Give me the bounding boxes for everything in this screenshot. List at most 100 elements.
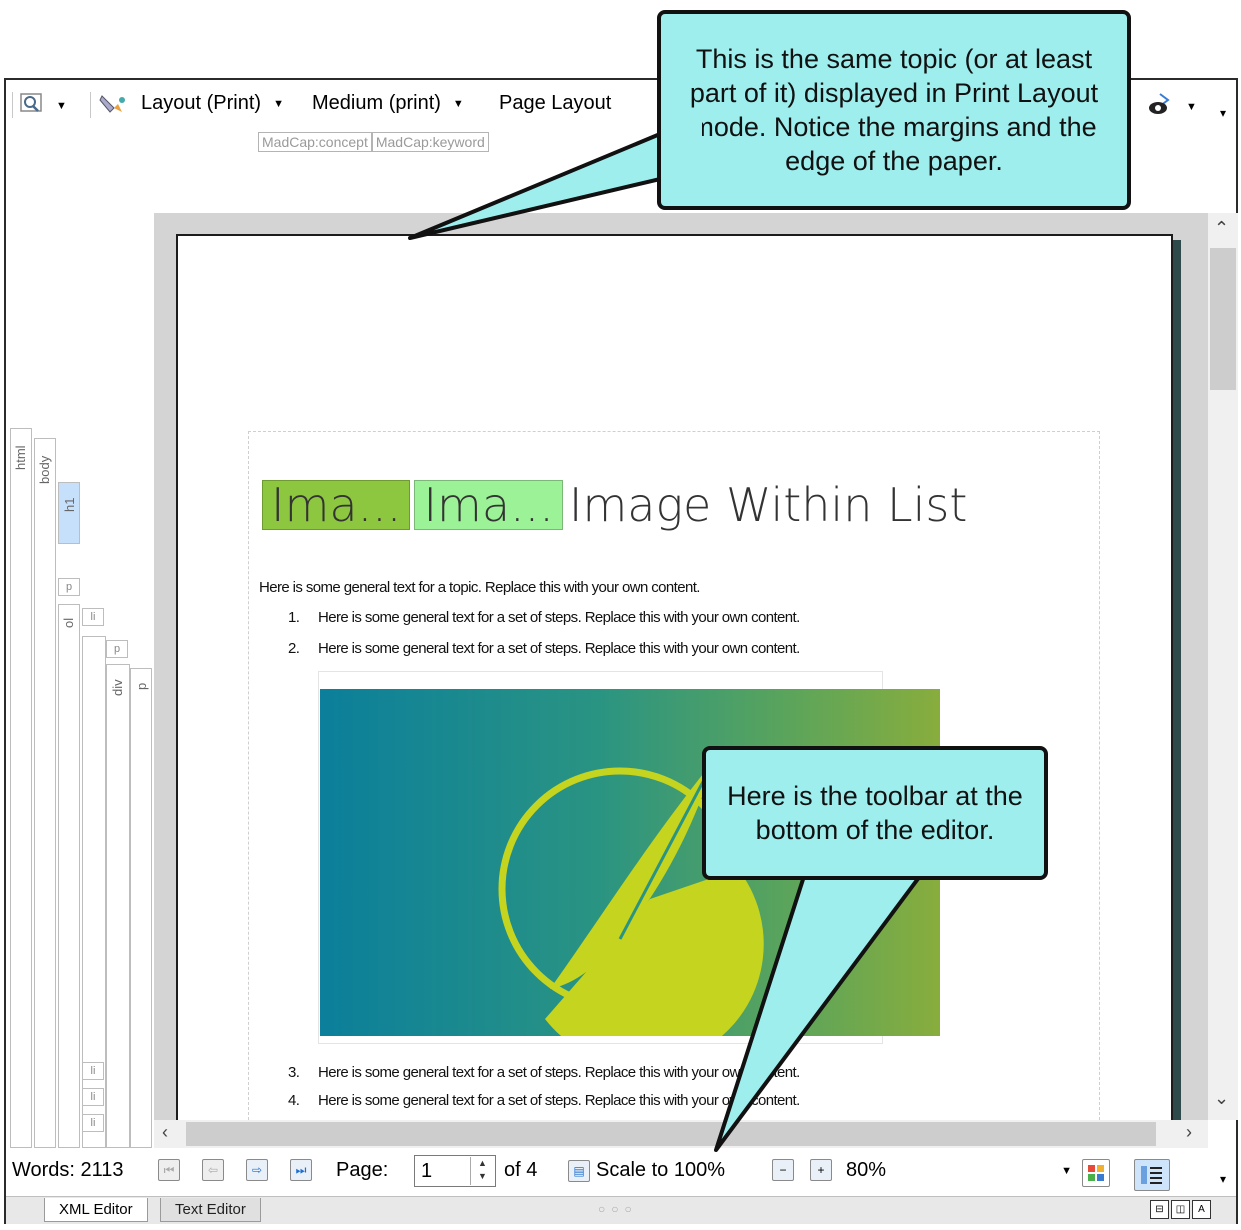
paper-edge bbox=[1173, 240, 1181, 1120]
variable-2[interactable]: Ima... bbox=[414, 480, 563, 530]
page-count: of 4 bbox=[504, 1159, 538, 1181]
chevron-down-icon: ▼ bbox=[452, 97, 464, 110]
structure-bar-p[interactable] bbox=[130, 668, 152, 1148]
heading-text: Image Within List bbox=[568, 478, 968, 532]
structure-bar-body[interactable] bbox=[34, 438, 56, 1148]
next-page-icon: ⇨ bbox=[246, 1159, 268, 1181]
structure-label-li: li bbox=[90, 1065, 96, 1077]
list-text: Here is some general text for a set of s… bbox=[318, 1064, 800, 1081]
show-dropdown[interactable]: ▼ bbox=[1146, 92, 1197, 122]
variable-1[interactable]: Ima... bbox=[262, 480, 411, 530]
horizontal-scroll-thumb[interactable] bbox=[186, 1122, 1156, 1146]
topic-heading[interactable]: Ima... Ima... Image Within List bbox=[262, 478, 967, 532]
previous-page-icon: ⇦ bbox=[202, 1159, 224, 1181]
zoom-out-button[interactable]: − bbox=[772, 1159, 794, 1181]
first-page-button[interactable]: ⏮ bbox=[158, 1159, 180, 1181]
chevron-down-icon: ▼ bbox=[1061, 1164, 1072, 1177]
structure-label-p: p bbox=[113, 643, 121, 655]
style-icon bbox=[98, 92, 128, 122]
list-text: Here is some general text for a set of s… bbox=[318, 1092, 800, 1109]
scale-label: Scale to 100% bbox=[596, 1159, 725, 1181]
tag-madcap-concept[interactable]: MadCap:concept bbox=[258, 132, 372, 152]
scale-button[interactable]: ▤ Scale to 100% bbox=[568, 1159, 725, 1182]
last-page-icon: ⏭ bbox=[290, 1159, 312, 1181]
structure-bar-h1[interactable] bbox=[58, 482, 80, 544]
layout-grid-button[interactable] bbox=[1082, 1159, 1110, 1187]
list-item[interactable]: 2. Here is some general text for a set of… bbox=[288, 640, 800, 657]
structure-bar-li[interactable]: li bbox=[82, 1114, 104, 1132]
scroll-down-icon[interactable]: ⌄ bbox=[1214, 1088, 1229, 1109]
structure-bar-p[interactable]: p bbox=[106, 640, 128, 658]
scroll-up-icon[interactable]: ⌃ bbox=[1214, 218, 1229, 239]
tag-madcap-keyword[interactable]: MadCap:keyword bbox=[371, 132, 489, 152]
vertical-scroll-thumb[interactable] bbox=[1210, 248, 1236, 390]
zoom-dropdown[interactable]: 80% ▼ bbox=[846, 1159, 1072, 1182]
callout-bottom-toolbar-text: Here is the toolbar at the bottom of the… bbox=[727, 781, 1023, 845]
medium-dropdown[interactable]: Medium (print) ▼ bbox=[312, 92, 464, 115]
chevron-down-icon[interactable]: ▼ bbox=[56, 100, 67, 112]
structure-label-h1: h1 bbox=[62, 497, 77, 512]
structure-label-p: p bbox=[134, 682, 149, 690]
structure-bar-html[interactable] bbox=[10, 428, 32, 1148]
structure-bar-li[interactable]: li bbox=[82, 1088, 104, 1106]
zoom-value: 80% bbox=[846, 1159, 887, 1181]
list-item[interactable]: 3. Here is some general text for a set of… bbox=[288, 1064, 800, 1081]
structure-bar-div[interactable] bbox=[106, 664, 130, 1148]
first-page-icon: ⏮ bbox=[158, 1159, 180, 1181]
structure-bar-ol[interactable] bbox=[58, 604, 80, 1148]
scroll-right-icon[interactable]: › bbox=[1186, 1122, 1192, 1143]
toolbar-overflow-icon[interactable]: ▾ bbox=[1220, 106, 1226, 120]
preview-icon bbox=[20, 92, 44, 120]
scale-icon: ▤ bbox=[568, 1159, 590, 1182]
zoom-in-icon: + bbox=[810, 1159, 832, 1181]
list-number: 1. bbox=[288, 609, 300, 626]
next-page-button[interactable]: ⇨ bbox=[246, 1159, 268, 1181]
chevron-down-icon: ▼ bbox=[1186, 101, 1197, 113]
show-tags-icon bbox=[1134, 1159, 1170, 1191]
structure-bar-li[interactable]: li bbox=[82, 1062, 104, 1080]
structure-label-li: li bbox=[90, 1091, 96, 1103]
list-number: 4. bbox=[288, 1092, 300, 1109]
tab-text-editor[interactable]: Text Editor bbox=[160, 1198, 261, 1222]
list-item[interactable]: 1. Here is some general text for a set of… bbox=[288, 609, 800, 626]
spin-down-icon[interactable]: ▼ bbox=[471, 1170, 494, 1183]
show-tags-button[interactable] bbox=[1134, 1159, 1170, 1191]
structure-label-li: li bbox=[90, 611, 96, 623]
split-horizontal-icon[interactable]: ⊟ bbox=[1150, 1200, 1169, 1219]
zoom-in-button[interactable]: + bbox=[810, 1159, 832, 1181]
structure-label-p: p bbox=[65, 581, 73, 593]
page-layout-dropdown[interactable]: Page Layout bbox=[499, 92, 611, 115]
list-text: Here is some general text for a set of s… bbox=[318, 640, 800, 657]
toolbar-overflow-icon[interactable]: ▾ bbox=[1220, 1172, 1226, 1186]
medium-label: Medium (print) bbox=[312, 92, 441, 114]
style-button[interactable] bbox=[98, 92, 128, 122]
intro-paragraph[interactable]: Here is some general text for a topic. R… bbox=[259, 579, 700, 596]
callout-print-layout: This is the same topic (or at least part… bbox=[657, 10, 1131, 210]
layout-dropdown[interactable]: Layout (Print) ▼ bbox=[141, 92, 284, 115]
tag-bar: MadCap:concept MadCap:keyword bbox=[258, 132, 489, 152]
last-page-button[interactable]: ⏭ bbox=[290, 1159, 312, 1181]
tab-xml-editor[interactable]: XML Editor bbox=[44, 1198, 148, 1222]
layout-grid-icon bbox=[1082, 1159, 1110, 1187]
scroll-left-icon[interactable]: ‹ bbox=[162, 1122, 168, 1143]
toolbar-separator bbox=[90, 92, 91, 118]
split-vertical-icon[interactable]: ◫ bbox=[1171, 1200, 1190, 1219]
word-count: Words: 2113 bbox=[12, 1159, 124, 1181]
structure-label-body: body bbox=[37, 455, 52, 484]
structure-label-li: li bbox=[90, 1117, 96, 1129]
zoom-out-icon: − bbox=[772, 1159, 794, 1181]
structure-bar-p[interactable]: p bbox=[58, 578, 80, 596]
page-layout-label: Page Layout bbox=[499, 92, 612, 114]
spin-up-icon[interactable]: ▲ bbox=[471, 1157, 494, 1170]
list-text: Here is some general text for a set of s… bbox=[318, 609, 800, 626]
list-item[interactable]: 4. Here is some general text for a set of… bbox=[288, 1092, 800, 1109]
previous-page-button[interactable]: ⇦ bbox=[202, 1159, 224, 1181]
structure-label-div: div bbox=[110, 679, 125, 696]
collapse-icon[interactable]: A bbox=[1192, 1200, 1211, 1219]
resize-handle-icon[interactable]: ○○○ bbox=[598, 1202, 638, 1216]
chevron-down-icon: ▼ bbox=[273, 97, 284, 110]
page-spinner[interactable]: ▲ ▼ bbox=[470, 1157, 494, 1185]
structure-bar-li[interactable]: li bbox=[82, 608, 104, 626]
callout-print-layout-text: This is the same topic (or at least part… bbox=[689, 44, 1099, 176]
preview-button[interactable]: ▼ bbox=[20, 92, 67, 120]
